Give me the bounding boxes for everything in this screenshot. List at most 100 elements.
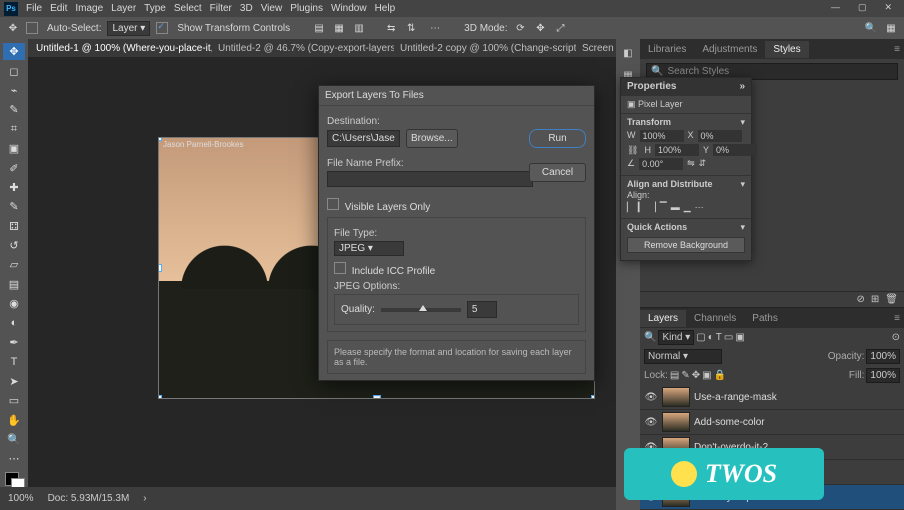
distribute-v-icon[interactable]: ⇅ xyxy=(404,21,418,35)
transform-handle-ml[interactable] xyxy=(158,264,162,272)
angle-field[interactable]: 0.00° xyxy=(639,158,683,170)
align-hcenter-icon[interactable]: ▎ xyxy=(638,202,645,213)
tab-layers[interactable]: Layers xyxy=(640,310,686,327)
history-brush-tool[interactable]: ↺ xyxy=(3,237,25,254)
pen-tool[interactable]: ✒ xyxy=(3,334,25,351)
cancel-button[interactable]: Cancel xyxy=(529,163,586,182)
menu-layer[interactable]: Layer xyxy=(111,3,136,14)
zoom-level[interactable]: 100% xyxy=(8,493,34,504)
filter-shape-icon[interactable]: ▭ xyxy=(724,332,733,343)
tab-libraries[interactable]: Libraries xyxy=(640,41,694,58)
distribute-h-icon[interactable]: ⇆ xyxy=(384,21,398,35)
color-panel-icon[interactable]: ◧ xyxy=(618,43,638,63)
run-button[interactable]: Run xyxy=(529,129,586,148)
window-restore-icon[interactable]: ▢ xyxy=(858,2,867,13)
auto-select-checkbox[interactable] xyxy=(26,22,38,34)
menu-plugins[interactable]: Plugins xyxy=(290,3,323,14)
align-left-icon[interactable]: ▤ xyxy=(312,21,326,35)
dodge-tool[interactable]: ◐ xyxy=(3,314,25,331)
filter-toggle-icon[interactable]: ⊙ xyxy=(892,332,900,343)
chevron-down-icon[interactable]: ▾ xyxy=(740,179,745,190)
tab-paths[interactable]: Paths xyxy=(744,310,786,327)
layer-filter-dropdown[interactable]: Kind ▾ xyxy=(658,330,694,345)
align-center-icon[interactable]: ▦ xyxy=(332,21,346,35)
filter-smart-icon[interactable]: ▣ xyxy=(735,332,744,343)
filter-type-icon[interactable]: 🔍 xyxy=(644,332,656,343)
fill-field[interactable]: 100% xyxy=(866,368,900,383)
doc-tab-3[interactable]: Untitled-2 copy @ 100% (Change-script-fi… xyxy=(394,41,576,56)
blur-tool[interactable]: ◉ xyxy=(3,295,25,312)
brush-tool[interactable]: ✎ xyxy=(3,198,25,215)
quick-select-tool[interactable]: ✎ xyxy=(3,101,25,118)
eraser-tool[interactable]: ▱ xyxy=(3,256,25,273)
filter-adj-icon[interactable]: ◐ xyxy=(708,332,714,343)
zoom-tool[interactable]: 🔍 xyxy=(3,431,25,448)
foreground-color-swatch[interactable] xyxy=(3,470,25,487)
menu-select[interactable]: Select xyxy=(174,3,202,14)
visibility-eye-icon[interactable]: 👁 xyxy=(644,417,658,428)
menu-type[interactable]: Type xyxy=(144,3,166,14)
show-transform-checkbox[interactable] xyxy=(156,22,168,34)
visible-only-checkbox[interactable] xyxy=(327,198,339,210)
chevron-down-icon[interactable]: ▾ xyxy=(740,117,745,128)
type-tool[interactable]: T xyxy=(3,353,25,370)
blend-mode-dropdown[interactable]: Normal ▾ xyxy=(644,349,722,364)
y-field[interactable]: 0% xyxy=(713,144,757,156)
quality-value-field[interactable]: 5 xyxy=(467,301,497,318)
marquee-tool[interactable]: ◻ xyxy=(3,62,25,79)
chevron-down-icon[interactable]: ▾ xyxy=(740,222,745,233)
panel-menu-icon[interactable]: ≡ xyxy=(886,310,904,327)
shape-tool[interactable]: ▭ xyxy=(3,392,25,409)
visibility-eye-icon[interactable]: 👁 xyxy=(644,392,658,403)
prefix-field[interactable] xyxy=(327,171,533,187)
edit-toolbar-icon[interactable]: ⋯ xyxy=(3,450,25,467)
workspace-icon[interactable]: ▦ xyxy=(884,21,898,35)
auto-select-dropdown[interactable]: Layer ▾ xyxy=(107,21,150,36)
menu-help[interactable]: Help xyxy=(375,3,396,14)
transform-handle-tl[interactable] xyxy=(158,137,162,141)
lock-all-icon[interactable]: 🔒 xyxy=(714,370,726,381)
more-options-icon[interactable]: ⋯ xyxy=(430,23,440,34)
align-bottom-edge-icon[interactable]: ▁ xyxy=(684,202,691,213)
flip-v-icon[interactable]: ⇵ xyxy=(699,158,707,170)
pan-3d-icon[interactable]: ✥ xyxy=(534,21,548,35)
align-left-edge-icon[interactable]: ▏ xyxy=(627,202,634,213)
path-select-tool[interactable]: ➤ xyxy=(3,373,25,390)
panel-expand-icon[interactable]: » xyxy=(739,81,745,92)
height-field[interactable]: 100% xyxy=(655,144,699,156)
menu-filter[interactable]: Filter xyxy=(210,3,232,14)
crop-tool[interactable]: ⌗ xyxy=(3,121,25,138)
doc-tab-1[interactable]: Untitled-1 @ 100% (Where-you-place-it, R… xyxy=(30,41,212,56)
stamp-tool[interactable]: ⚃ xyxy=(3,218,25,235)
menu-window[interactable]: Window xyxy=(331,3,367,14)
orbit-3d-icon[interactable]: ⟳ xyxy=(514,21,528,35)
remove-background-button[interactable]: Remove Background xyxy=(627,237,745,253)
menu-view[interactable]: View xyxy=(261,3,283,14)
transform-handle-bl[interactable] xyxy=(158,395,162,399)
browse-button[interactable]: Browse... xyxy=(406,129,458,148)
clear-style-icon[interactable]: ⊘ xyxy=(857,294,865,305)
panel-menu-icon[interactable]: ≡ xyxy=(886,41,904,58)
flip-h-icon[interactable]: ⇋ xyxy=(687,158,695,170)
align-more-icon[interactable]: ⋯ xyxy=(695,202,704,213)
window-min-icon[interactable]: — xyxy=(831,2,840,13)
destination-field[interactable]: C:\Users\Jase xyxy=(327,130,400,147)
align-right-edge-icon[interactable]: ▕ xyxy=(649,202,656,213)
lock-position-icon[interactable]: ✥ xyxy=(692,370,700,381)
align-right-icon[interactable]: ▥ xyxy=(352,21,366,35)
new-style-icon[interactable]: ⊞ xyxy=(871,294,879,305)
slider-knob-icon[interactable] xyxy=(419,305,427,311)
filetype-dropdown[interactable]: JPEG ▾ xyxy=(334,241,404,256)
width-field[interactable]: 100% xyxy=(640,130,684,142)
link-wh-icon[interactable]: ⛓ xyxy=(627,145,638,156)
tab-adjustments[interactable]: Adjustments xyxy=(694,41,765,58)
transform-handle-bc[interactable] xyxy=(373,395,381,399)
search-icon[interactable]: 🔍 xyxy=(864,21,878,35)
lock-transparent-icon[interactable]: ▤ xyxy=(670,370,679,381)
tab-styles[interactable]: Styles xyxy=(765,41,808,58)
x-field[interactable]: 0% xyxy=(698,130,742,142)
layer-row[interactable]: 👁 Add-some-color xyxy=(640,410,904,435)
menu-edit[interactable]: Edit xyxy=(50,3,67,14)
lasso-tool[interactable]: ⌁ xyxy=(3,82,25,99)
eyedropper-tool[interactable]: ✐ xyxy=(3,159,25,176)
